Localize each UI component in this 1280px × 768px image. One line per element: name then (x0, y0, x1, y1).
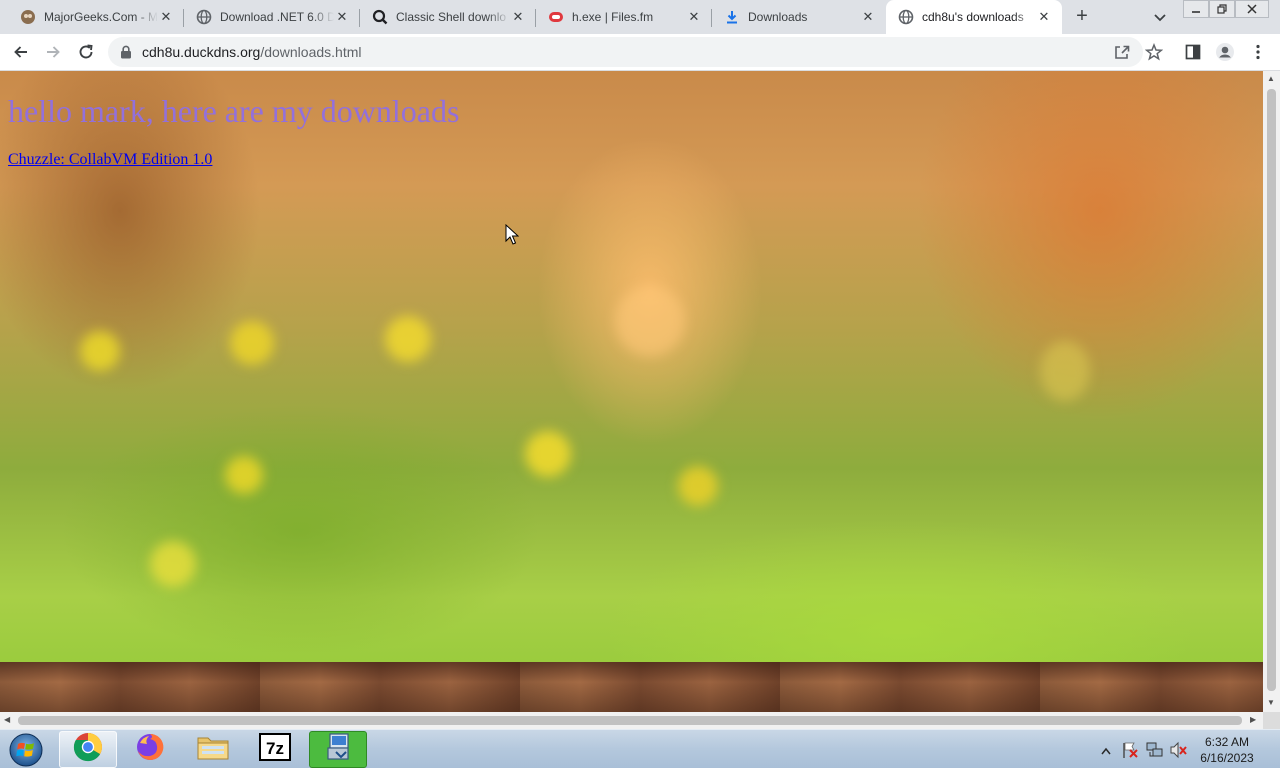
tab-close-icon[interactable]: ✕ (334, 9, 350, 25)
download-link-chuzzle[interactable]: Chuzzle: CollabVM Edition 1.0 (8, 151, 212, 169)
show-hidden-icons-icon[interactable] (1101, 742, 1111, 760)
horizontal-scrollbar[interactable]: ◀ ▶ (0, 712, 1263, 729)
scroll-left-icon[interactable]: ◀ (4, 715, 10, 724)
bokeh-light (615, 286, 685, 356)
chrome-icon (72, 731, 104, 768)
minimize-button[interactable] (1183, 0, 1209, 18)
tab-cdh8u-downloads[interactable]: cdh8u's downloads ✕ (886, 0, 1062, 34)
taskbar-installer[interactable] (309, 731, 367, 768)
taskbar-firefox[interactable] (121, 731, 179, 768)
address-bar[interactable]: cdh8u.duckdns.org/downloads.html (108, 37, 1143, 67)
tab-search-icon[interactable] (1150, 7, 1170, 27)
taskbar-chrome[interactable] (59, 731, 117, 768)
clock-time: 6:32 AM (1204, 735, 1250, 749)
scroll-up-icon[interactable]: ▲ (1267, 74, 1275, 83)
tab-title: h.exe | Files.fm (572, 10, 654, 24)
horizontal-scroll-thumb[interactable] (18, 716, 1242, 725)
tab-downloads[interactable]: Downloads ✕ (712, 0, 886, 34)
tab-filesfm[interactable]: h.exe | Files.fm ✕ (536, 0, 712, 34)
tab-close-icon[interactable]: ✕ (686, 9, 702, 25)
back-button[interactable] (9, 40, 33, 64)
mouse-cursor-icon (505, 223, 520, 251)
search-icon (372, 9, 388, 25)
download-icon (724, 9, 740, 25)
vertical-scroll-thumb[interactable] (1267, 89, 1276, 691)
tab-dotnet[interactable]: Download .NET 6.0 D ✕ (184, 0, 360, 34)
share-icon[interactable] (1110, 40, 1134, 64)
reload-button[interactable] (74, 40, 98, 64)
globe-icon (898, 9, 914, 25)
profile-avatar-icon[interactable] (1213, 40, 1237, 64)
bokeh-light (678, 466, 718, 506)
network-icon[interactable] (1146, 741, 1164, 764)
bokeh-light (150, 541, 196, 587)
bokeh-light (230, 321, 274, 365)
url-path: /downloads.html (260, 44, 362, 60)
close-window-button[interactable] (1235, 0, 1269, 18)
action-center-flag-icon[interactable] (1122, 741, 1138, 764)
start-button[interactable] (6, 731, 46, 768)
page-viewport: hello mark, here are my downloads Chuzzl… (0, 71, 1263, 712)
7zip-icon: 7z (259, 733, 291, 766)
tab-strip: MajorGeeks.Com - M ✕ Download .NET 6.0 D… (0, 0, 1280, 34)
bokeh-light (385, 316, 431, 362)
svg-text:7z: 7z (266, 739, 284, 758)
tab-close-icon[interactable]: ✕ (510, 9, 526, 25)
firefox-icon (134, 731, 166, 768)
vertical-scrollbar[interactable]: ▲ ▼ (1263, 71, 1280, 712)
bookmark-star-icon[interactable] (1142, 40, 1166, 64)
tab-close-icon[interactable]: ✕ (158, 9, 174, 25)
tab-close-icon[interactable]: ✕ (1036, 9, 1052, 25)
taskbar-7zip[interactable]: 7z (246, 731, 304, 768)
forward-button[interactable] (41, 40, 65, 64)
installer-icon (322, 731, 354, 768)
bokeh-light (525, 431, 571, 477)
scroll-right-icon[interactable]: ▶ (1250, 715, 1256, 724)
majorgeeks-icon (20, 9, 36, 25)
url-text: cdh8u.duckdns.org/downloads.html (142, 44, 361, 60)
tab-classic-shell[interactable]: Classic Shell downlo ✕ (360, 0, 536, 34)
tab-title: cdh8u's downloads (922, 10, 1024, 24)
restore-button[interactable] (1209, 0, 1235, 18)
wooden-deck (0, 662, 1263, 712)
tab-title: Classic Shell downlo (396, 10, 507, 24)
taskbar-file-explorer[interactable] (184, 731, 242, 768)
filesfm-icon (548, 9, 564, 25)
tab-majorgeeks[interactable]: MajorGeeks.Com - M ✕ (8, 0, 184, 34)
side-panel-icon[interactable] (1181, 40, 1205, 64)
scroll-down-icon[interactable]: ▼ (1267, 698, 1275, 707)
url-host: cdh8u.duckdns.org (142, 44, 261, 60)
menu-kebab-icon[interactable] (1246, 40, 1270, 64)
volume-muted-icon[interactable] (1169, 741, 1187, 764)
tab-title: Downloads (748, 10, 808, 24)
tab-title: Download .NET 6.0 D (220, 10, 334, 24)
tab-title: MajorGeeks.Com - M (44, 10, 158, 24)
bokeh-light (225, 456, 263, 494)
file-explorer-icon (196, 732, 230, 767)
page-heading: hello mark, here are my downloads (8, 93, 460, 129)
lock-icon[interactable] (120, 45, 132, 64)
scrollbar-corner (1263, 712, 1280, 729)
globe-icon (196, 9, 212, 25)
taskbar: 7z 6:32 AM 6/16/2023 (0, 729, 1280, 768)
bokeh-light (1040, 341, 1090, 401)
new-tab-button[interactable]: + (1070, 5, 1094, 29)
clock-date: 6/16/2023 (1200, 751, 1254, 765)
browser-toolbar: cdh8u.duckdns.org/downloads.html (0, 34, 1280, 71)
bokeh-light (80, 331, 120, 371)
taskbar-clock[interactable]: 6:32 AM 6/16/2023 (1192, 734, 1262, 766)
tab-close-icon[interactable]: ✕ (860, 9, 876, 25)
